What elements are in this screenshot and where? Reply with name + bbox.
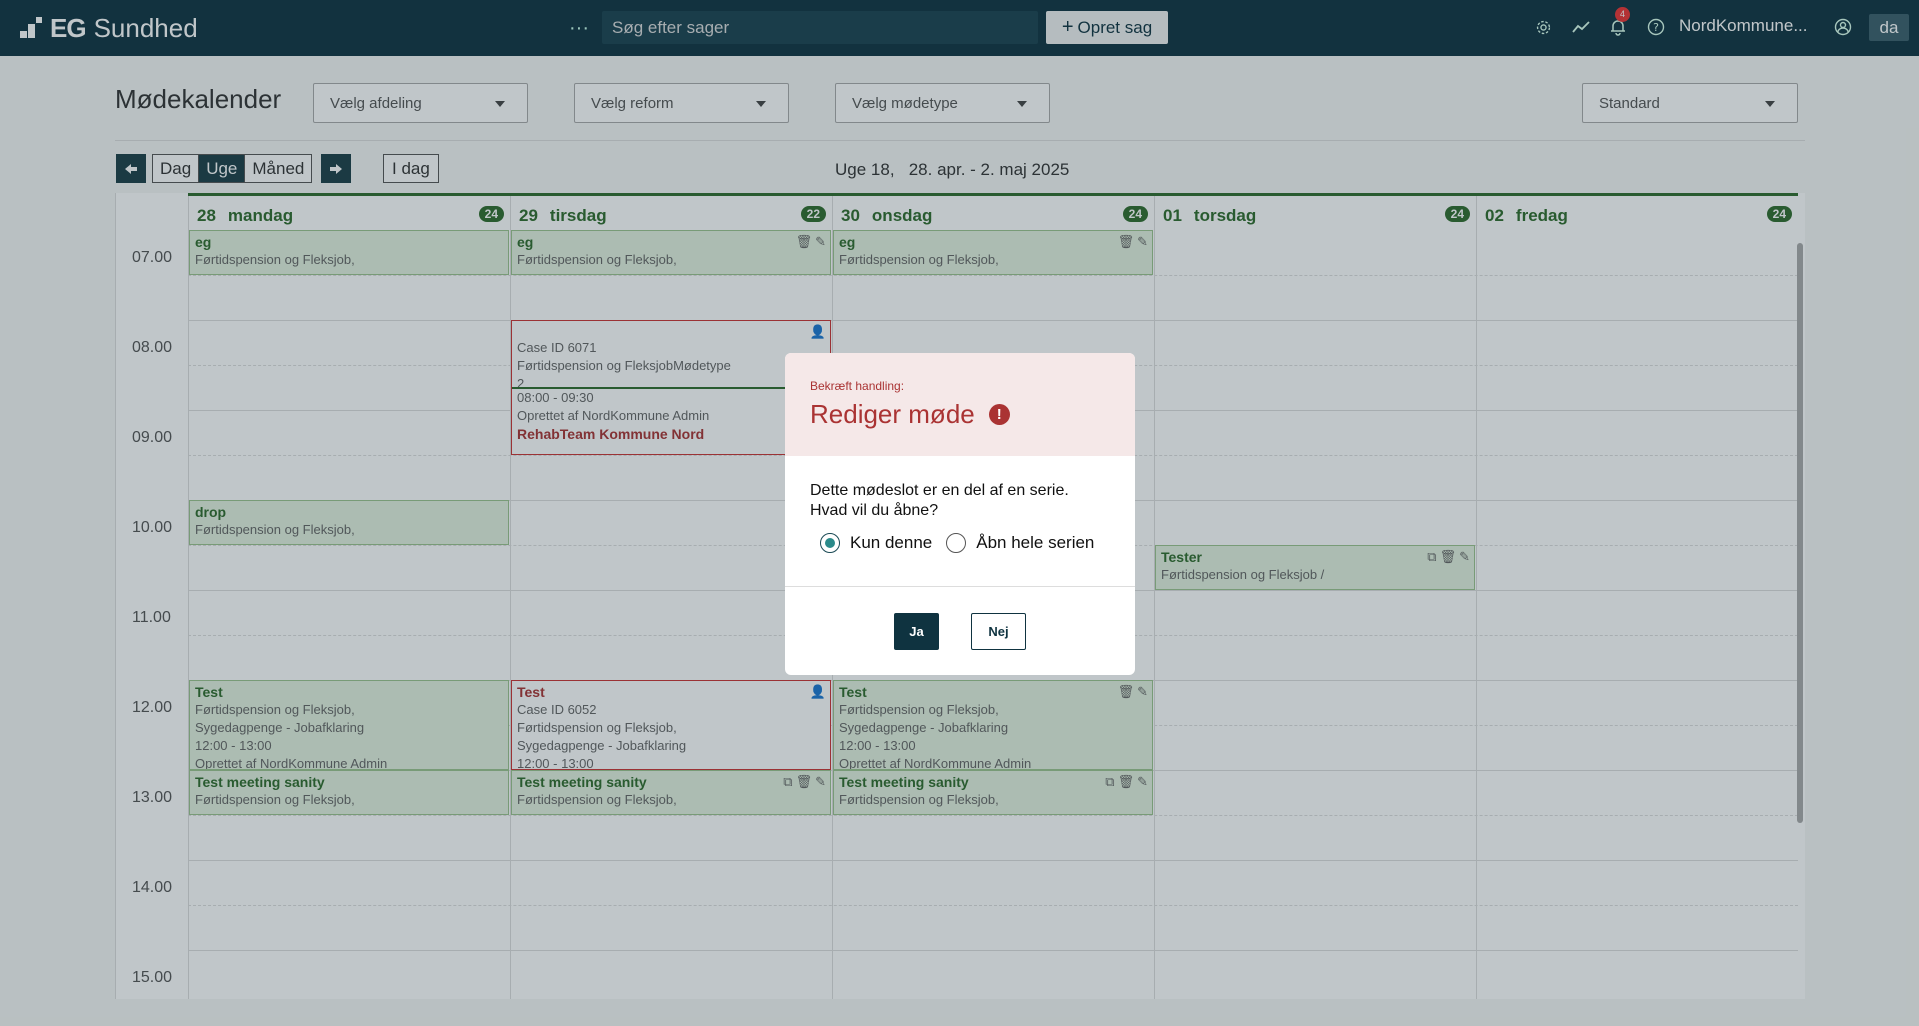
dialog-pretitle: Bekræft handling: [810, 379, 905, 393]
radio-whole-series-label[interactable]: Åbn hele serien [976, 533, 1094, 553]
dialog-message: Dette mødeslot er en del af en serie. [810, 482, 1069, 499]
open-scope-radio-group: Kun denne Åbn hele serien [820, 533, 1110, 553]
confirm-dialog: Bekræft handling: Rediger møde ! Dette m… [785, 353, 1135, 675]
dialog-question: Hvad vil du åbne? [810, 502, 939, 519]
dialog-title-text: Rediger møde [810, 399, 975, 429]
dialog-header: Bekræft handling: Rediger møde ! [785, 353, 1135, 456]
radio-only-this[interactable] [820, 533, 840, 553]
radio-whole-series[interactable] [946, 533, 967, 553]
confirm-yes-button[interactable]: Ja [894, 613, 939, 650]
dialog-footer: Ja Nej [785, 587, 1135, 650]
dialog-title: Rediger møde ! [810, 399, 1110, 430]
radio-only-this-label[interactable]: Kun denne [850, 533, 932, 553]
alert-icon: ! [988, 404, 1010, 425]
confirm-no-button[interactable]: Nej [971, 613, 1026, 650]
dialog-body: Dette mødeslot er en del af en serie. Hv… [785, 456, 1135, 587]
